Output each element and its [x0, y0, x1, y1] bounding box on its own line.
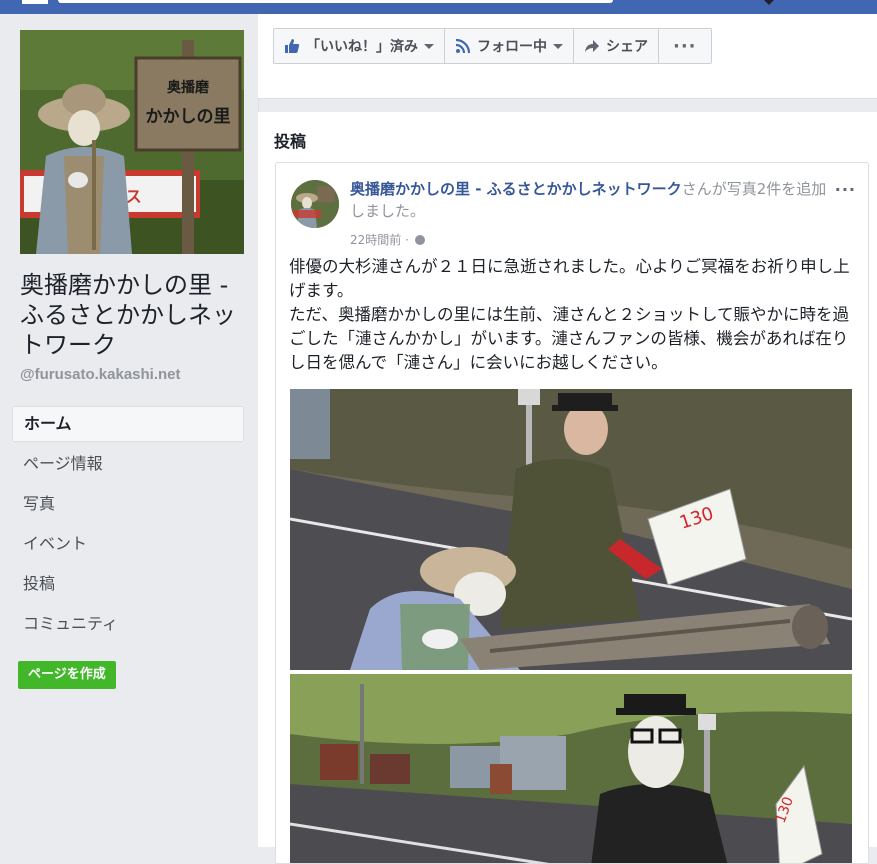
post-photo-1[interactable]: 130 [290, 389, 852, 670]
chevron-down-icon [424, 43, 434, 49]
post-timestamp-row: 22時間前 · [350, 231, 425, 248]
cover-sign-text-2: かかしの里 [146, 107, 231, 127]
globe-icon [414, 234, 425, 245]
create-page-button[interactable]: ページを作成 [18, 661, 116, 689]
post-photo-2[interactable]: 130 [290, 674, 852, 863]
search-input[interactable] [58, 0, 613, 3]
page-action-buttons: 「いいね！」済み フォロー中 シェア ··· [273, 28, 712, 64]
top-navigation-bar [0, 0, 877, 14]
nav-item-community[interactable]: コミュニティ [12, 606, 244, 642]
posts-section: 投稿 奥播磨かかしの里 - ふるさとかかしネットワークさんが写真2件を追加しまし… [258, 112, 877, 864]
post-author-line: 奥播磨かかしの里 - ふるさとかかしネットワークさんが写真2件を追加しました。 [350, 178, 830, 222]
cover-sign-text-1: 奥播磨 [167, 79, 210, 96]
post-author-name[interactable]: 奥播磨かかしの里 - ふるさとかかしネットワーク [350, 180, 682, 198]
post-card: 奥播磨かかしの里 - ふるさとかかしネットワークさんが写真2件を追加しました。 … [275, 162, 869, 864]
nav-item-posts[interactable]: 投稿 [12, 566, 244, 602]
posts-section-title: 投稿 [274, 132, 307, 151]
thumbs-up-icon [284, 38, 300, 54]
page-name[interactable]: 奥播磨かかしの里 - ふるさとかかしネットワーク [20, 270, 252, 360]
rss-icon [455, 38, 471, 54]
page-handle: @furusato.kakashi.net [20, 366, 181, 383]
account-menu-caret-icon[interactable] [764, 0, 774, 5]
author-avatar[interactable] [291, 180, 339, 228]
main-content: 「いいね！」済み フォロー中 シェア ··· 投稿 奥播磨かかしの里 - ふるさ… [258, 14, 877, 864]
nav-item-about[interactable]: ページ情報 [12, 446, 244, 482]
share-arrow-icon [584, 38, 600, 54]
liked-button-label: 「いいね！」済み [306, 39, 418, 55]
post-timestamp[interactable]: 22時間前 · [350, 231, 409, 248]
share-button-label: シェア [606, 39, 648, 55]
following-button[interactable]: フォロー中 [445, 29, 574, 63]
left-sidebar: ニュース 奥播磨 かかしの里 奥播磨かかしの里 - ふるさとかかしネットワーク … [0, 14, 259, 847]
page-profile-picture[interactable]: ニュース 奥播磨 かかしの里 [20, 30, 244, 254]
nav-item-home[interactable]: ホーム [12, 406, 244, 442]
share-button[interactable]: シェア [574, 29, 659, 63]
page-navigation: ホーム ページ情報 写真 イベント 投稿 コミュニティ [12, 406, 244, 646]
nav-item-events[interactable]: イベント [12, 526, 244, 562]
page-action-bar: 「いいね！」済み フォロー中 シェア ··· [258, 14, 877, 99]
nav-item-photos[interactable]: 写真 [12, 486, 244, 522]
more-options-button[interactable]: ··· [659, 29, 711, 63]
facebook-logo-icon[interactable] [22, 0, 48, 4]
liked-button[interactable]: 「いいね！」済み [274, 29, 445, 63]
post-options-button[interactable]: ··· [835, 180, 856, 199]
following-button-label: フォロー中 [477, 39, 547, 55]
post-text: 俳優の大杉漣さんが２１日に急逝されました。心よりご冥福をお祈り申し上げます。 た… [289, 257, 850, 372]
chevron-down-icon [553, 43, 563, 49]
